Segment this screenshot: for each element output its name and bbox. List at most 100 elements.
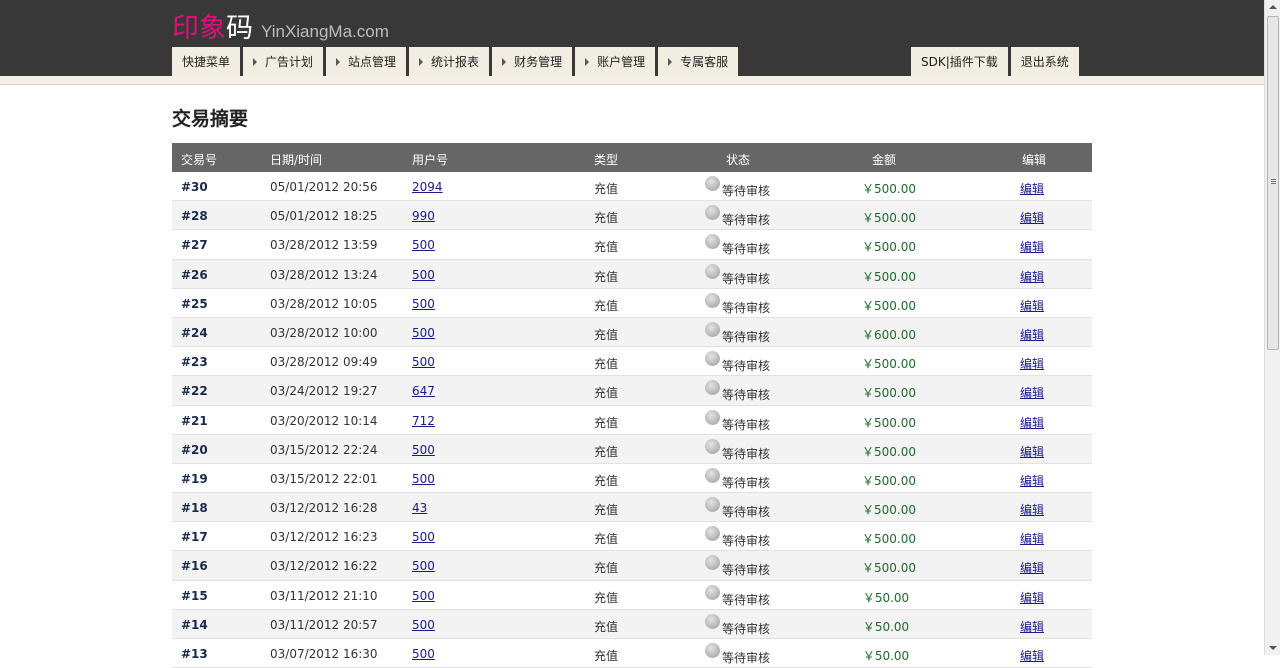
- amount: ￥500.00: [862, 269, 916, 284]
- transaction-id: #18: [181, 501, 208, 516]
- user-id-link[interactable]: 500: [412, 530, 435, 544]
- user-id-link[interactable]: 500: [412, 589, 435, 603]
- vertical-scrollbar[interactable]: [1264, 0, 1280, 655]
- edit-link[interactable]: 编辑: [1020, 414, 1044, 431]
- header-id: 交易号: [181, 153, 218, 167]
- user-id-link[interactable]: 2094: [412, 180, 443, 194]
- user-id-link[interactable]: 500: [412, 355, 435, 369]
- transaction-id: #23: [181, 355, 208, 370]
- edit-link[interactable]: 编辑: [1020, 647, 1044, 664]
- logo-text-white: 码: [226, 13, 253, 44]
- user-id-link[interactable]: 500: [412, 472, 435, 486]
- transaction-id: #14: [181, 617, 208, 632]
- site-logo[interactable]: 印象 码 YinXiangMa.com: [172, 6, 389, 44]
- user-id-link[interactable]: 990: [412, 209, 435, 223]
- user-id-link[interactable]: 500: [412, 559, 435, 573]
- table-row: #27 03/28/2012 13:59 500 充值 等待审核 ￥500.00 编辑: [172, 230, 1092, 260]
- pending-status-icon: [705, 205, 720, 221]
- table-row: #28 05/01/2012 18:25 990 充值 等待审核 ￥500.00 编辑: [172, 201, 1092, 231]
- nav-tab-5[interactable]: 账户管理: [575, 47, 656, 76]
- user-id-link[interactable]: 647: [412, 384, 435, 398]
- edit-link[interactable]: 编辑: [1020, 530, 1044, 547]
- user-id-link[interactable]: 500: [412, 297, 435, 311]
- user-id-link[interactable]: 712: [412, 414, 435, 428]
- edit-link[interactable]: 编辑: [1020, 238, 1044, 255]
- user-id-link[interactable]: 500: [412, 268, 435, 282]
- pending-status-icon: [705, 380, 720, 396]
- pending-status-icon: [705, 467, 720, 483]
- transaction-datetime: 03/12/2012 16:28: [270, 501, 378, 516]
- edit-link[interactable]: 编辑: [1020, 472, 1044, 489]
- edit-link[interactable]: 编辑: [1020, 355, 1044, 372]
- nav-tab-1[interactable]: 广告计划: [243, 47, 324, 76]
- header-user: 用户号: [412, 153, 449, 167]
- pending-status-icon: [705, 438, 720, 454]
- status-text: 等待审核: [722, 446, 771, 461]
- nav-tab-0[interactable]: 快捷菜单: [172, 47, 241, 76]
- edit-link[interactable]: 编辑: [1020, 618, 1044, 635]
- nav-tab-label: 财务管理: [514, 55, 563, 69]
- pending-status-icon: [705, 584, 720, 600]
- amount: ￥500.00: [862, 532, 916, 547]
- pending-status-icon: [705, 351, 720, 367]
- nav-tab-4[interactable]: 财务管理: [492, 47, 573, 76]
- edit-link[interactable]: 编辑: [1020, 326, 1044, 343]
- amount: ￥50.00: [862, 649, 910, 663]
- transaction-id: #21: [181, 413, 208, 428]
- header-status: 状态: [726, 153, 751, 167]
- amount: ￥500.00: [862, 298, 916, 313]
- transaction-type: 充值: [594, 269, 619, 284]
- sdk-download-button[interactable]: SDK|插件下载: [911, 47, 1008, 76]
- pending-status-icon: [705, 321, 720, 337]
- table-row: #23 03/28/2012 09:49 500 充值 等待审核 ￥500.00 编辑: [172, 347, 1092, 377]
- nav-tab-3[interactable]: 统计报表: [409, 47, 490, 76]
- caret-right-icon: [419, 57, 424, 66]
- status-text: 等待审核: [722, 388, 771, 403]
- transaction-type: 充值: [594, 444, 619, 459]
- table-row: #22 03/24/2012 19:27 647 充值 等待审核 ￥500.00 编辑: [172, 376, 1092, 406]
- scroll-down-arrow-icon[interactable]: [1269, 646, 1277, 650]
- nav-tab-label: 快捷菜单: [182, 55, 231, 69]
- edit-link[interactable]: 编辑: [1020, 384, 1044, 401]
- table-row: #26 03/28/2012 13:24 500 充值 等待审核 ￥500.00 编辑: [172, 259, 1092, 289]
- scroll-thumb[interactable]: [1267, 16, 1279, 350]
- user-id-link[interactable]: 500: [412, 443, 435, 457]
- edit-link[interactable]: 编辑: [1020, 180, 1044, 197]
- header-type: 类型: [594, 153, 619, 167]
- status-text: 等待审核: [722, 271, 771, 286]
- table-row: #24 03/28/2012 10:00 500 充值 等待审核 ￥600.00 编辑: [172, 317, 1092, 348]
- user-id-link[interactable]: 500: [412, 326, 435, 340]
- table-body: #30 05/01/2012 20:56 2094 充值 等待审核 ￥500.00 编辑 #2…: [172, 172, 1092, 668]
- pending-status-icon: [705, 555, 720, 571]
- status-text: 等待审核: [722, 651, 771, 665]
- transaction-id: #30: [181, 180, 208, 194]
- page-title: 交易摘要: [172, 108, 249, 130]
- edit-link[interactable]: 编辑: [1020, 209, 1044, 226]
- transaction-datetime: 03/15/2012 22:01: [270, 471, 378, 486]
- amount: ￥50.00: [862, 619, 910, 634]
- nav-tab-2[interactable]: 站点管理: [326, 47, 407, 76]
- amount: ￥500.00: [862, 386, 916, 401]
- nav-tab-label: 统计报表: [431, 55, 480, 69]
- user-id-link[interactable]: 500: [412, 618, 435, 632]
- logout-button[interactable]: 退出系统: [1010, 47, 1079, 76]
- user-id-link[interactable]: 500: [412, 647, 435, 661]
- edit-link[interactable]: 编辑: [1020, 501, 1044, 518]
- header-date: 日期/时间: [270, 153, 323, 167]
- pending-status-icon: [705, 263, 720, 279]
- scroll-up-arrow-icon[interactable]: [1269, 5, 1277, 9]
- transaction-datetime: 03/24/2012 19:27: [270, 384, 378, 399]
- status-text: 等待审核: [722, 563, 771, 578]
- nav-tab-6[interactable]: 专属客服: [658, 47, 739, 76]
- user-id-link[interactable]: 500: [412, 238, 435, 252]
- edit-link[interactable]: 编辑: [1020, 297, 1044, 314]
- status-text: 等待审核: [722, 184, 771, 198]
- edit-link[interactable]: 编辑: [1020, 443, 1044, 460]
- transaction-type: 充值: [594, 561, 619, 576]
- nav-tab-label: 账户管理: [597, 55, 646, 69]
- edit-link[interactable]: 编辑: [1020, 559, 1044, 576]
- user-id-link[interactable]: 43: [412, 501, 427, 515]
- edit-link[interactable]: 编辑: [1020, 268, 1044, 285]
- edit-link[interactable]: 编辑: [1020, 589, 1044, 606]
- transaction-datetime: 03/28/2012 13:59: [270, 238, 378, 253]
